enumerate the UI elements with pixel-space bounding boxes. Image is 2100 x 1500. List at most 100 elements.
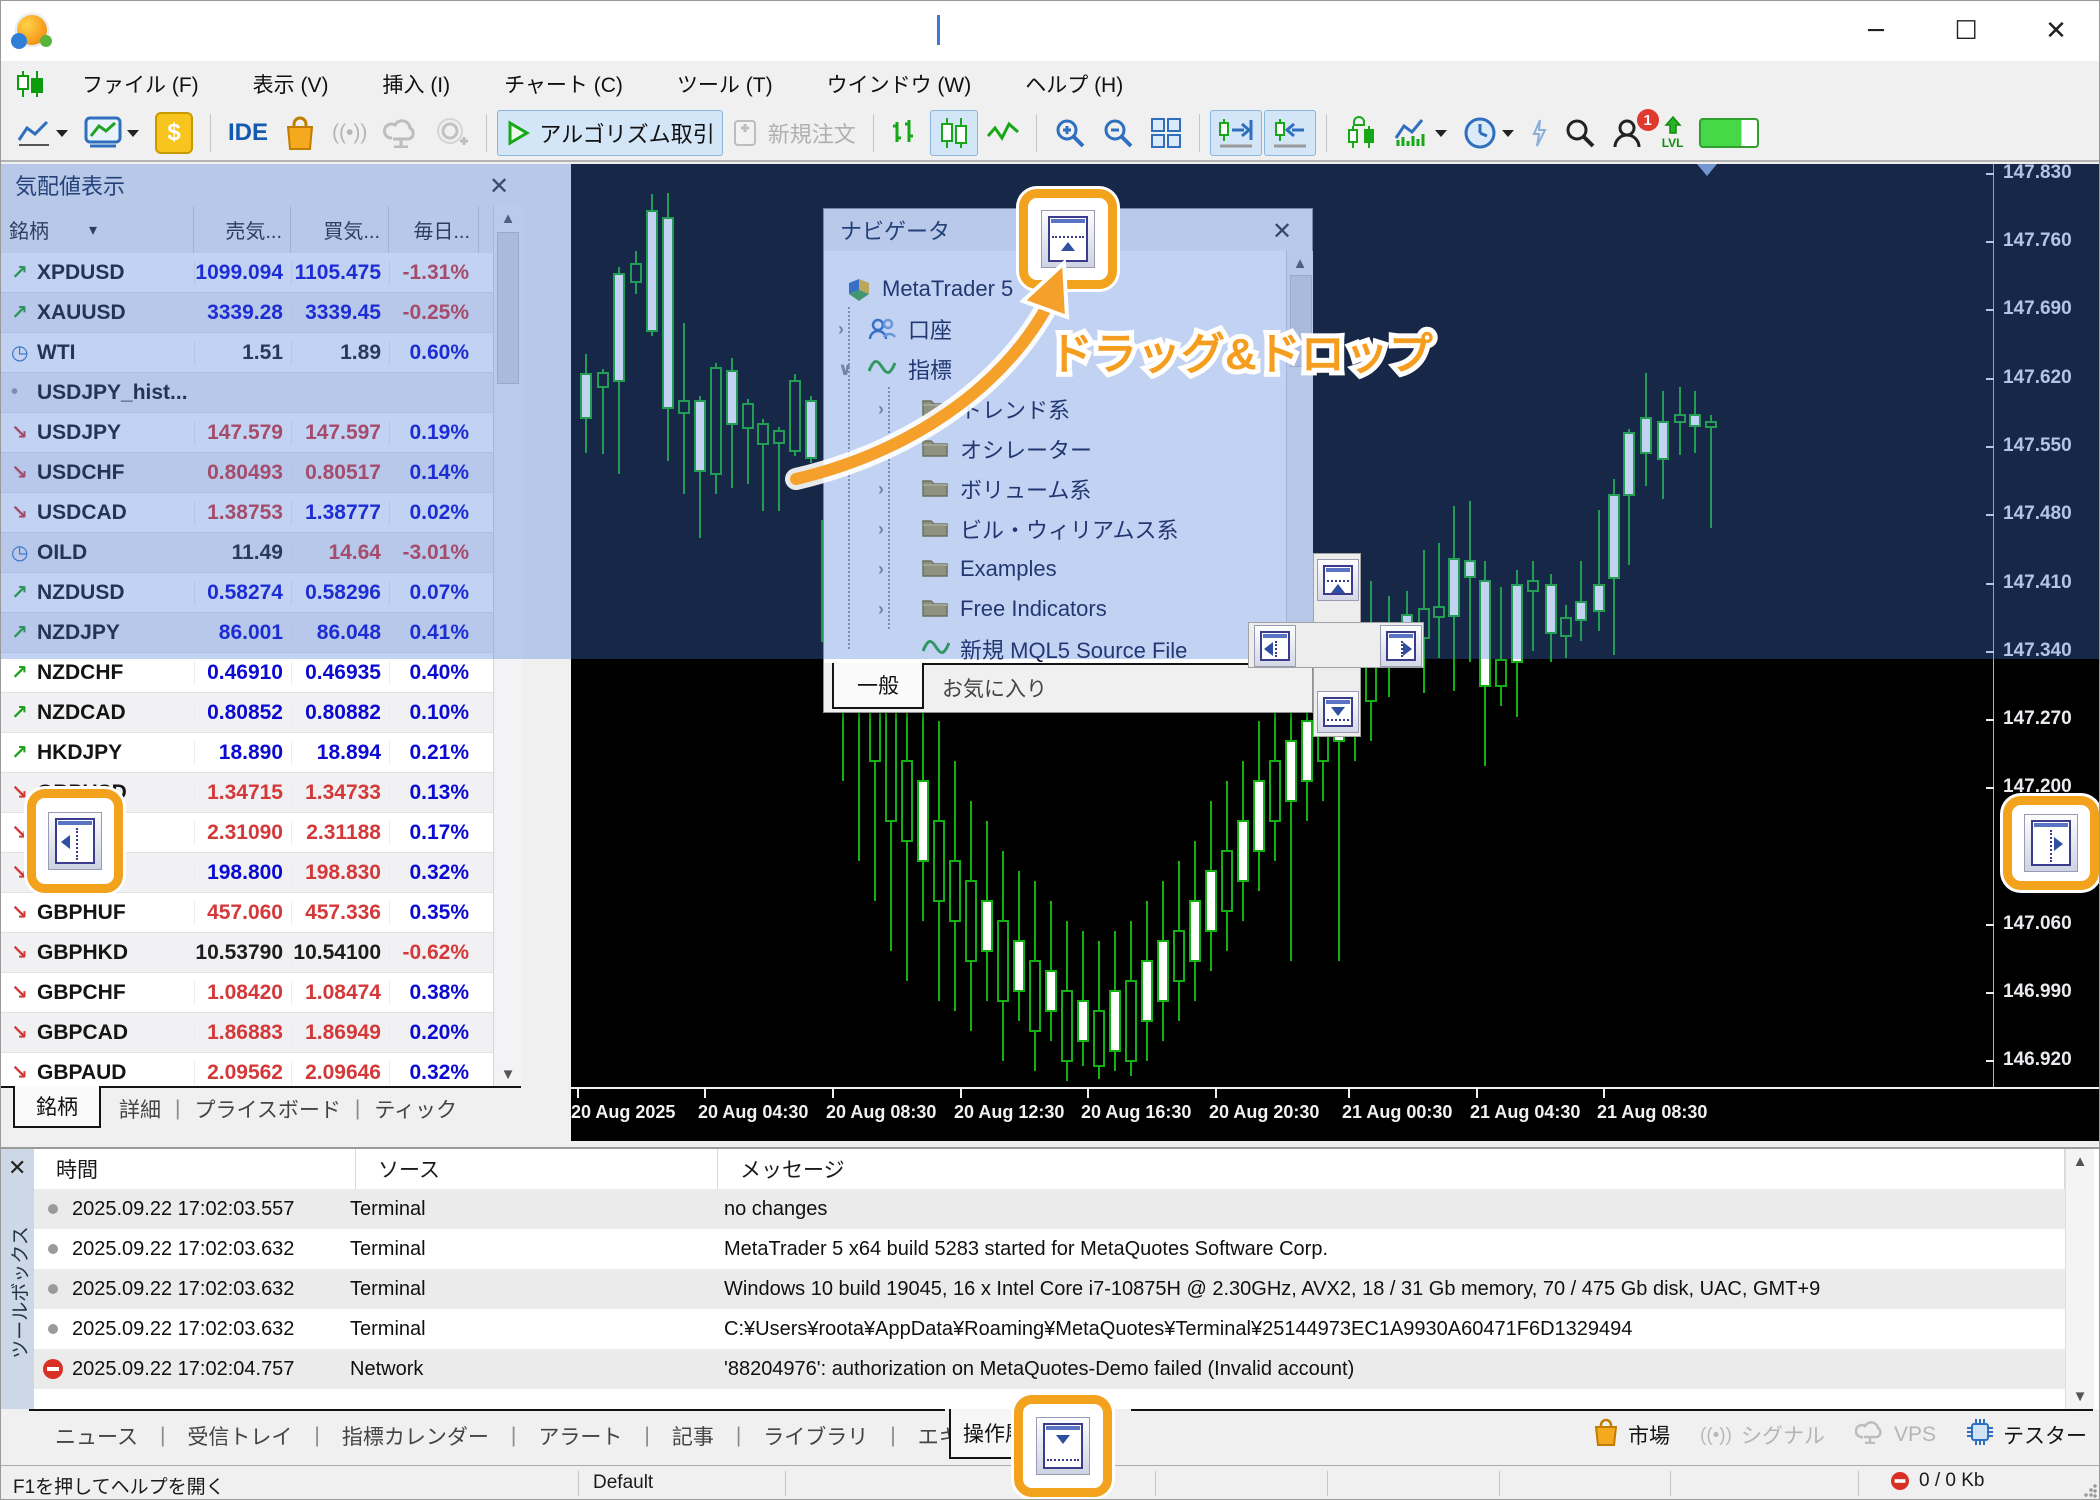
toolbox-scrollbar[interactable]: ▲ ▼ bbox=[2065, 1149, 2094, 1409]
scroll-up-icon[interactable]: ▲ bbox=[494, 210, 522, 227]
chevron-collapsed-icon[interactable]: › bbox=[878, 599, 902, 620]
chevron-collapsed-icon[interactable]: › bbox=[878, 519, 902, 540]
tab-ティック[interactable]: ティック bbox=[374, 1094, 457, 1124]
chevron-collapsed-icon[interactable]: › bbox=[878, 399, 902, 420]
tree-item[interactable]: ›オシレーター bbox=[824, 429, 1286, 469]
dock-top-highlight-button[interactable] bbox=[1019, 189, 1117, 289]
minimize-button[interactable]: ─ bbox=[1851, 15, 1901, 47]
new-order-button[interactable]: 新規注文 bbox=[725, 111, 863, 155]
connection-status[interactable] bbox=[1692, 111, 1766, 155]
table-row[interactable]: ↘USDCHF0.804930.805170.14% bbox=[1, 453, 521, 493]
market-button[interactable] bbox=[277, 111, 323, 155]
tab-general[interactable]: 一般 bbox=[832, 663, 924, 709]
navigator-scrollbar[interactable]: ▲ bbox=[1286, 251, 1313, 663]
chevron-collapsed-icon[interactable]: › bbox=[878, 439, 902, 460]
chevron-down-icon[interactable] bbox=[56, 130, 68, 137]
zoom-out-button[interactable] bbox=[1095, 111, 1141, 155]
dock-right-highlight-button[interactable] bbox=[2003, 796, 2099, 890]
auto-scroll-button[interactable] bbox=[1264, 110, 1316, 156]
sort-icon[interactable]: ▾ bbox=[89, 220, 97, 240]
tab-指標カレンダー[interactable]: 指標カレンダー bbox=[334, 1421, 497, 1451]
menu-ヘルプ (H)[interactable]: ヘルプ (H) bbox=[998, 69, 1150, 99]
tree-item[interactable]: ›ビル・ウィリアムス系 bbox=[824, 509, 1286, 549]
market-watch-close-icon[interactable]: ✕ bbox=[489, 172, 509, 201]
scroll-up-icon[interactable]: ▲ bbox=[1287, 255, 1313, 272]
signals-button[interactable]: ((•)) bbox=[325, 111, 374, 155]
tab-favorites[interactable]: お気に入り bbox=[942, 673, 1047, 703]
menu-ファイル (F)[interactable]: ファイル (F) bbox=[55, 69, 226, 99]
search-button[interactable] bbox=[1557, 111, 1603, 155]
levels-button[interactable]: LVL bbox=[1655, 111, 1691, 155]
scroll-down-icon[interactable]: ▼ bbox=[494, 1066, 522, 1083]
log-row[interactable]: 2025.09.22 17:02:03.632TerminalWindows 1… bbox=[34, 1269, 2065, 1309]
table-row[interactable]: ↗HKDJPY18.89018.8940.21% bbox=[1, 733, 521, 773]
column-header-時間[interactable]: 時間 bbox=[34, 1149, 356, 1189]
mql5-community-button[interactable] bbox=[428, 111, 476, 155]
launcher-テスター[interactable]: テスター bbox=[1966, 1418, 2087, 1452]
launcher-シグナル[interactable]: ((•))シグナル bbox=[1700, 1420, 1825, 1450]
chevron-collapsed-icon[interactable]: › bbox=[878, 559, 902, 580]
table-row[interactable]: ↗XPDUSD1099.0941105.475-1.31% bbox=[1, 253, 521, 293]
scroll-up-icon[interactable]: ▲ bbox=[2066, 1153, 2094, 1170]
market-watch-header[interactable]: 銘柄▾売気...買気...毎日... bbox=[1, 206, 521, 254]
tab-プライスボード[interactable]: プライスボード bbox=[194, 1094, 340, 1124]
log-row[interactable]: 2025.09.22 17:02:04.757Network'88204976'… bbox=[34, 1349, 2065, 1389]
bar-chart-mode-button[interactable] bbox=[884, 111, 928, 155]
table-row[interactable]: ◷WTI1.511.890.60% bbox=[1, 333, 521, 373]
crosshair-button[interactable] bbox=[1523, 111, 1555, 155]
dock-left-button[interactable] bbox=[1254, 625, 1296, 667]
table-row[interactable]: •USDJPY_hist... bbox=[1, 373, 521, 413]
column-header-0[interactable]: 銘柄▾ bbox=[1, 206, 194, 253]
table-row[interactable]: ↘USDCAD1.387531.387770.02% bbox=[1, 493, 521, 533]
candle-chart-mode-button[interactable] bbox=[930, 110, 978, 156]
menu-チャート (C)[interactable]: チャート (C) bbox=[477, 69, 650, 99]
scroll-thumb[interactable] bbox=[497, 232, 519, 384]
menu-ウインドウ (W)[interactable]: ウインドウ (W) bbox=[800, 69, 999, 99]
vps-button[interactable] bbox=[376, 111, 426, 155]
navigator-close-icon[interactable]: ✕ bbox=[1272, 217, 1292, 246]
toolbox-header[interactable]: 時間ソースメッセージ bbox=[34, 1149, 2065, 1189]
table-row[interactable]: ↘GBPHKD10.5379010.54100-0.62% bbox=[1, 933, 521, 973]
chevron-collapsed-icon[interactable]: › bbox=[838, 319, 862, 340]
algo-trading-button[interactable]: アルゴリズム取引 bbox=[497, 110, 722, 156]
tree-item[interactable]: ∨指標 bbox=[824, 349, 1286, 389]
log-row[interactable]: 2025.09.22 17:02:03.557Terminalno change… bbox=[34, 1189, 2065, 1229]
table-row[interactable]: ↗NZDCAD0.808520.808820.10% bbox=[1, 693, 521, 733]
log-row[interactable]: 2025.09.22 17:02:03.632TerminalC:¥Users¥… bbox=[34, 1309, 2065, 1349]
scroll-down-icon[interactable]: ▼ bbox=[2066, 1388, 2094, 1405]
resize-grip[interactable] bbox=[2083, 1484, 2097, 1498]
tab-詳細[interactable]: 詳細 bbox=[119, 1094, 161, 1124]
tab-ニュース[interactable]: ニュース bbox=[47, 1421, 146, 1451]
table-row[interactable]: ↘GBPHUF457.060457.3360.35% bbox=[1, 893, 521, 933]
dock-left-highlight-button[interactable] bbox=[27, 789, 123, 893]
tree-item[interactable]: ›ボリューム系 bbox=[824, 469, 1286, 509]
table-row[interactable]: ↘GBPCAD1.868831.869490.20% bbox=[1, 1013, 521, 1053]
tree-item[interactable]: 新規 MQL5 Source File bbox=[824, 629, 1286, 663]
market-watch-toggle-button[interactable]: $ bbox=[148, 111, 200, 155]
column-header-2[interactable]: 買気... bbox=[291, 206, 389, 253]
metaeditor-button[interactable]: IDE bbox=[221, 111, 275, 155]
dock-top-button[interactable] bbox=[1317, 559, 1359, 601]
chart-shift-button[interactable] bbox=[1210, 110, 1262, 156]
tab-アラート[interactable]: アラート bbox=[530, 1421, 630, 1451]
menu-ツール (T)[interactable]: ツール (T) bbox=[650, 69, 800, 99]
profiles-button[interactable] bbox=[77, 111, 146, 155]
column-header-メッセージ[interactable]: メッセージ bbox=[718, 1149, 2065, 1189]
launcher-市場[interactable]: 市場 bbox=[1593, 1417, 1670, 1453]
column-header-3[interactable]: 毎日... bbox=[389, 206, 479, 253]
column-header-ソース[interactable]: ソース bbox=[356, 1149, 718, 1189]
tab-symbols[interactable]: 銘柄 bbox=[13, 1086, 101, 1128]
log-row[interactable]: 2025.09.22 17:02:03.632TerminalMetaTrade… bbox=[34, 1229, 2065, 1269]
table-row[interactable]: ↗NZDJPY86.00186.0480.41% bbox=[1, 613, 521, 653]
chevron-down-icon[interactable] bbox=[127, 130, 139, 137]
market-watch-scrollbar[interactable]: ▲ ▼ bbox=[493, 206, 522, 1087]
chart-shift-marker[interactable] bbox=[1697, 164, 1717, 176]
table-row[interactable]: ◷OILD11.4914.64-3.01% bbox=[1, 533, 521, 573]
tree-item[interactable]: ›口座 bbox=[824, 309, 1286, 349]
tab-受信トレイ[interactable]: 受信トレイ bbox=[179, 1421, 300, 1451]
column-header-1[interactable]: 売気... bbox=[194, 206, 291, 253]
tab-ライブラリ[interactable]: ライブラリ bbox=[755, 1421, 876, 1451]
chevron-expanded-icon[interactable]: ∨ bbox=[838, 359, 862, 380]
tile-windows-button[interactable] bbox=[1143, 111, 1189, 155]
table-row[interactable]: ↗NZDUSD0.582740.582960.07% bbox=[1, 573, 521, 613]
